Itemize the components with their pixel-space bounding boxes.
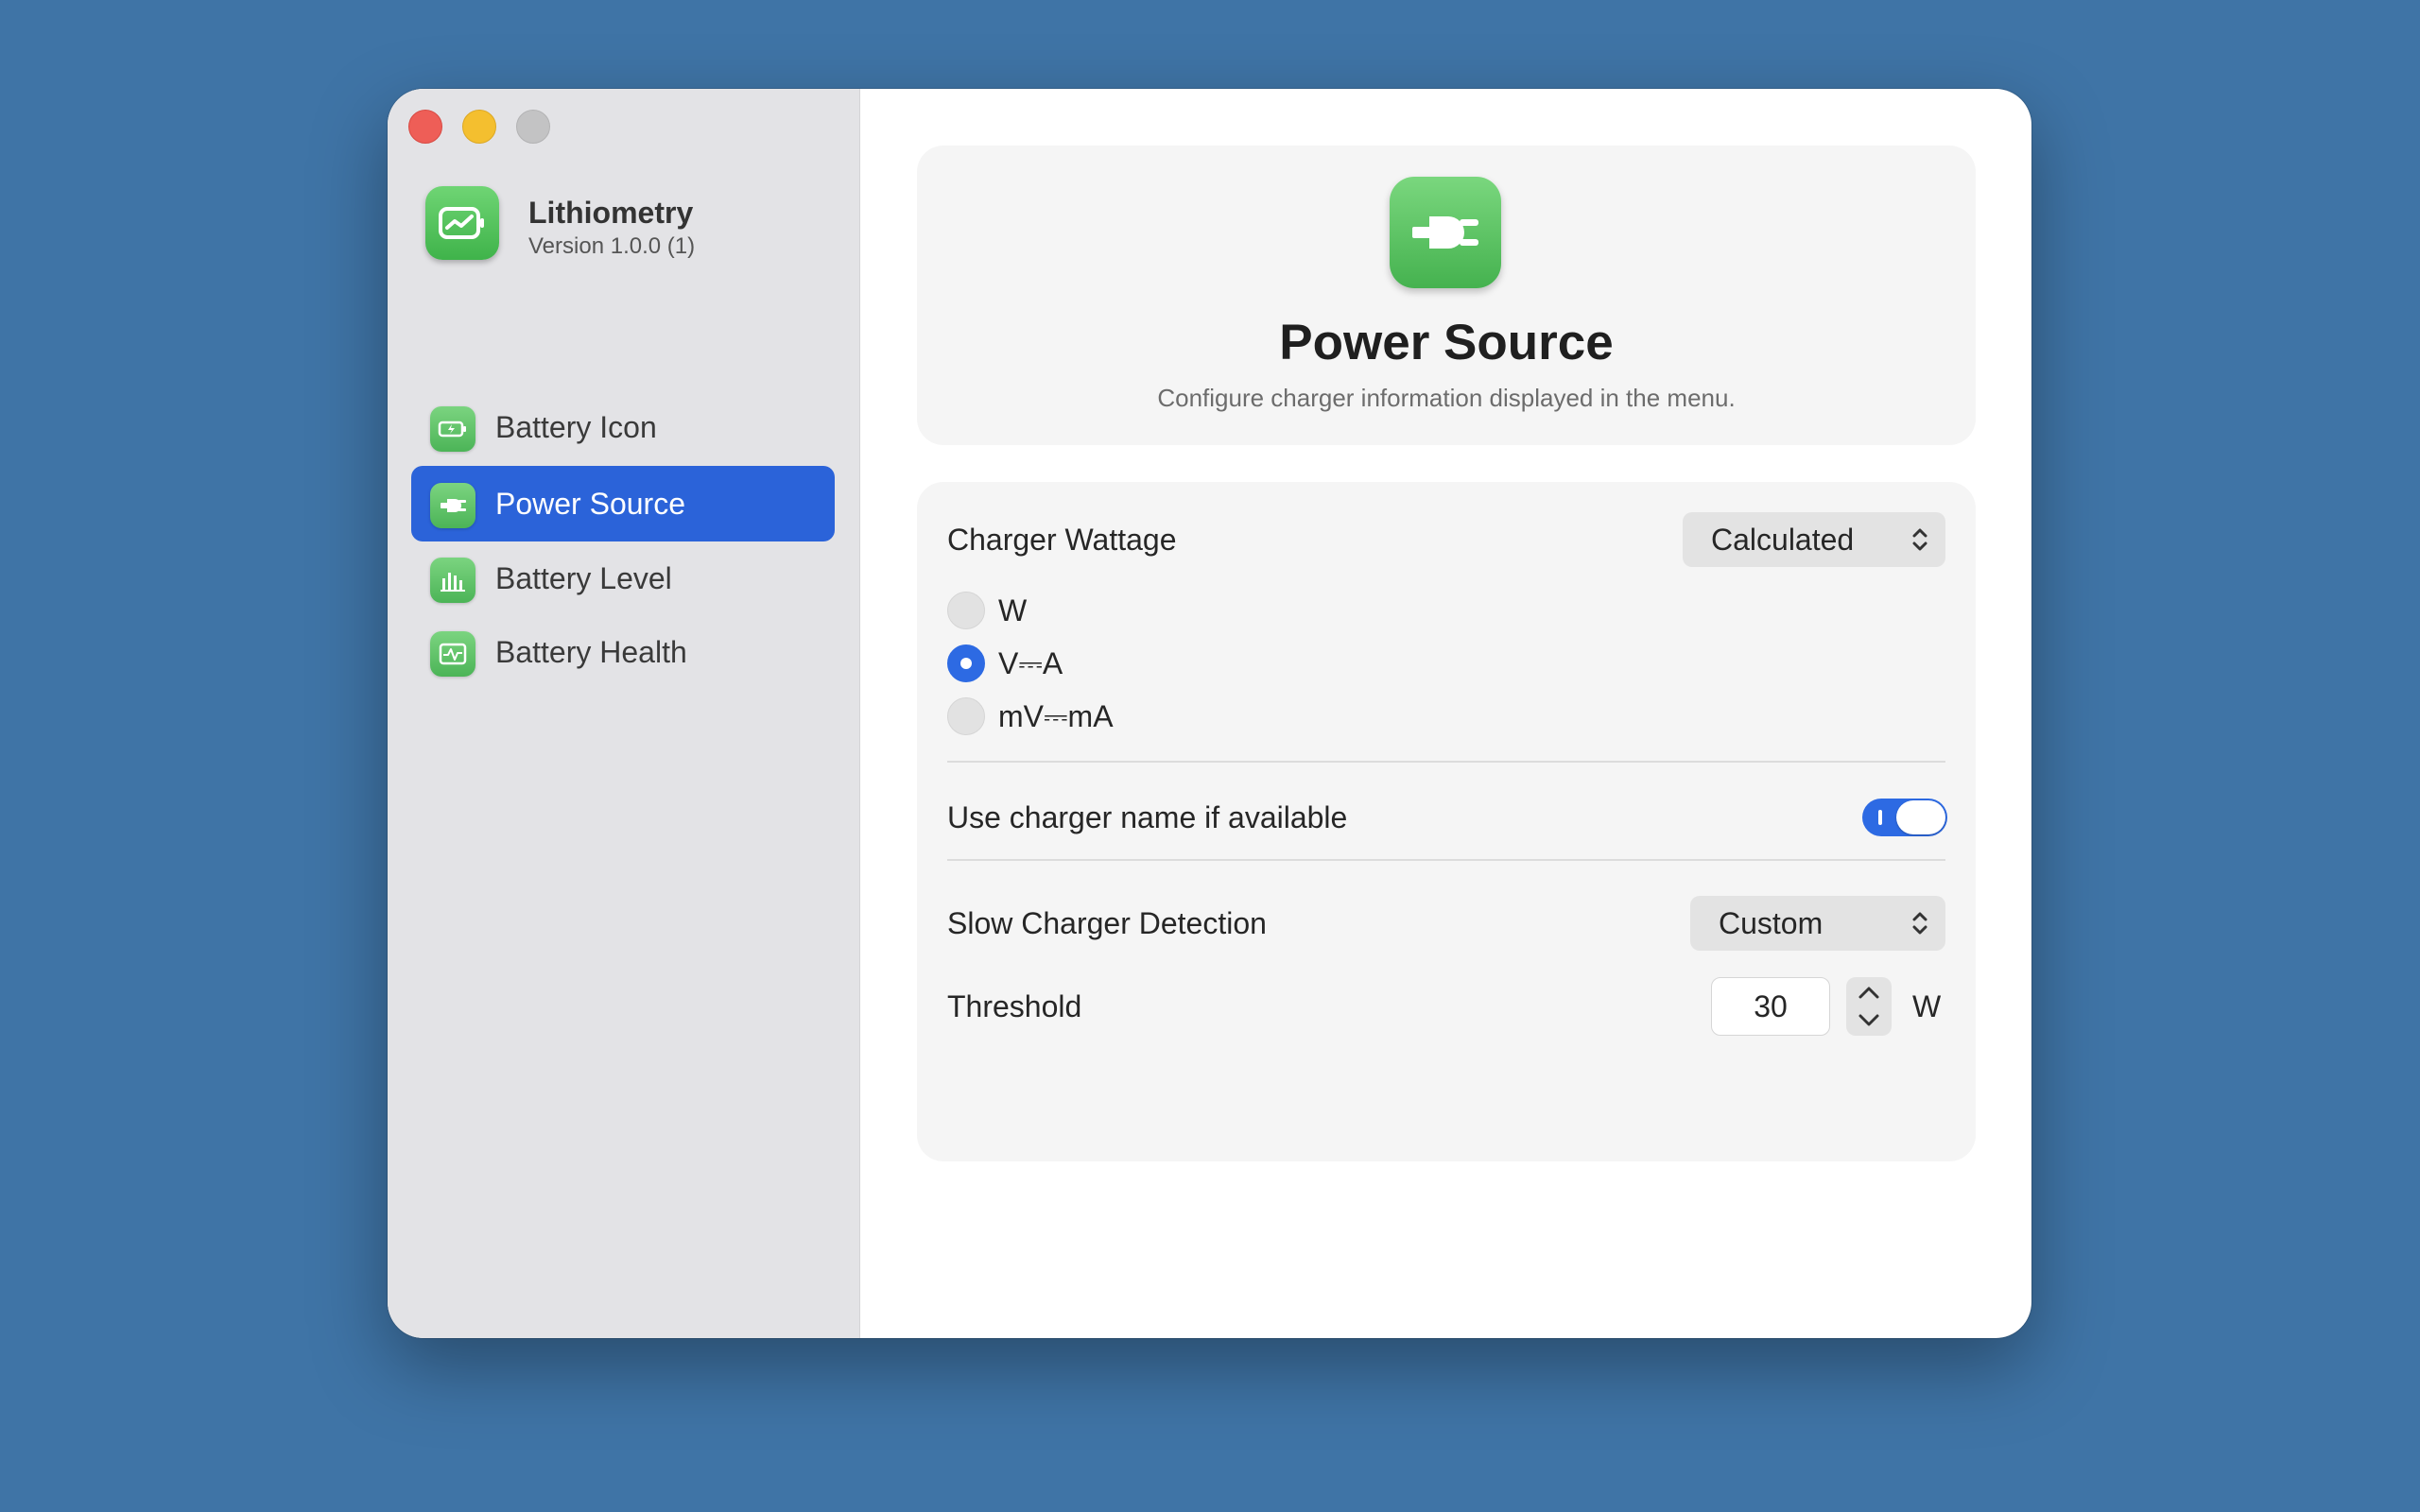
page-title: Power Source [1279,315,1614,370]
bar-chart-icon [430,558,475,603]
app-logo-icon [425,186,499,260]
divider [947,761,1945,763]
sidebar: Lithiometry Version 1.0.0 (1) Battery Ic… [388,89,860,1338]
sidebar-item-label: Battery Level [495,561,672,595]
sidebar-item-power-source[interactable]: Power Source [411,466,835,541]
chevron-up-icon [1858,987,1879,999]
threshold-input[interactable]: 30 [1711,977,1830,1036]
divider [947,859,1945,861]
app-name: Lithiometry [528,196,694,230]
chevron-up-down-icon [1912,528,1927,551]
plug-icon [1390,177,1501,288]
chevron-up-down-icon [1912,912,1927,935]
radio-mv-ma[interactable] [947,697,985,735]
radio-v-a[interactable] [947,644,985,682]
plug-icon [430,483,475,528]
threshold-unit: W [1912,989,1942,1023]
minimize-window-button[interactable] [462,110,496,144]
sidebar-item-battery-health[interactable]: Battery Health [411,614,835,690]
popup-value: Calculated [1711,523,1855,557]
charger-name-toggle[interactable] [1862,799,1947,836]
app-window: Lithiometry Version 1.0.0 (1) Battery Ic… [388,89,2031,1338]
app-version: Version 1.0.0 (1) [528,233,696,259]
settings-card: Charger Wattage Calculated W V⎓A mV⎓mA U… [917,482,1976,1161]
pulse-icon [430,631,475,677]
stepper-increment[interactable] [1846,977,1892,1006]
threshold-label: Threshold [947,989,1082,1023]
radio-v-a-label: V⎓A [998,646,1063,680]
zoom-window-button[interactable] [516,110,550,144]
sidebar-item-label: Power Source [495,487,685,521]
charger-wattage-label: Charger Wattage [947,523,1177,557]
page-subtitle: Configure charger information displayed … [1157,384,1736,412]
charger-name-label: Use charger name if available [947,800,1348,834]
sidebar-item-label: Battery Icon [495,410,657,444]
threshold-stepper[interactable] [1846,977,1892,1036]
close-window-button[interactable] [408,110,442,144]
charger-wattage-popup[interactable]: Calculated [1683,512,1945,567]
slow-charger-popup[interactable]: Custom [1690,896,1945,951]
sidebar-item-battery-icon[interactable]: Battery Icon [411,389,835,465]
toggle-on-mark [1878,810,1882,825]
battery-icon [430,406,475,452]
radio-w[interactable] [947,592,985,629]
sidebar-item-label: Battery Health [495,635,687,669]
toggle-knob [1896,800,1945,834]
radio-w-label: W [998,593,1028,627]
stepper-decrement[interactable] [1846,1006,1892,1036]
slow-charger-label: Slow Charger Detection [947,906,1267,940]
sidebar-item-battery-level[interactable]: Battery Level [411,541,835,616]
radio-mv-ma-label: mV⎓mA [998,699,1114,733]
popup-value: Custom [1719,906,1824,940]
app-header: Lithiometry Version 1.0.0 (1) [425,186,841,262]
chevron-down-icon [1858,1014,1879,1026]
page-header: Power Source Configure charger informati… [917,146,1976,445]
